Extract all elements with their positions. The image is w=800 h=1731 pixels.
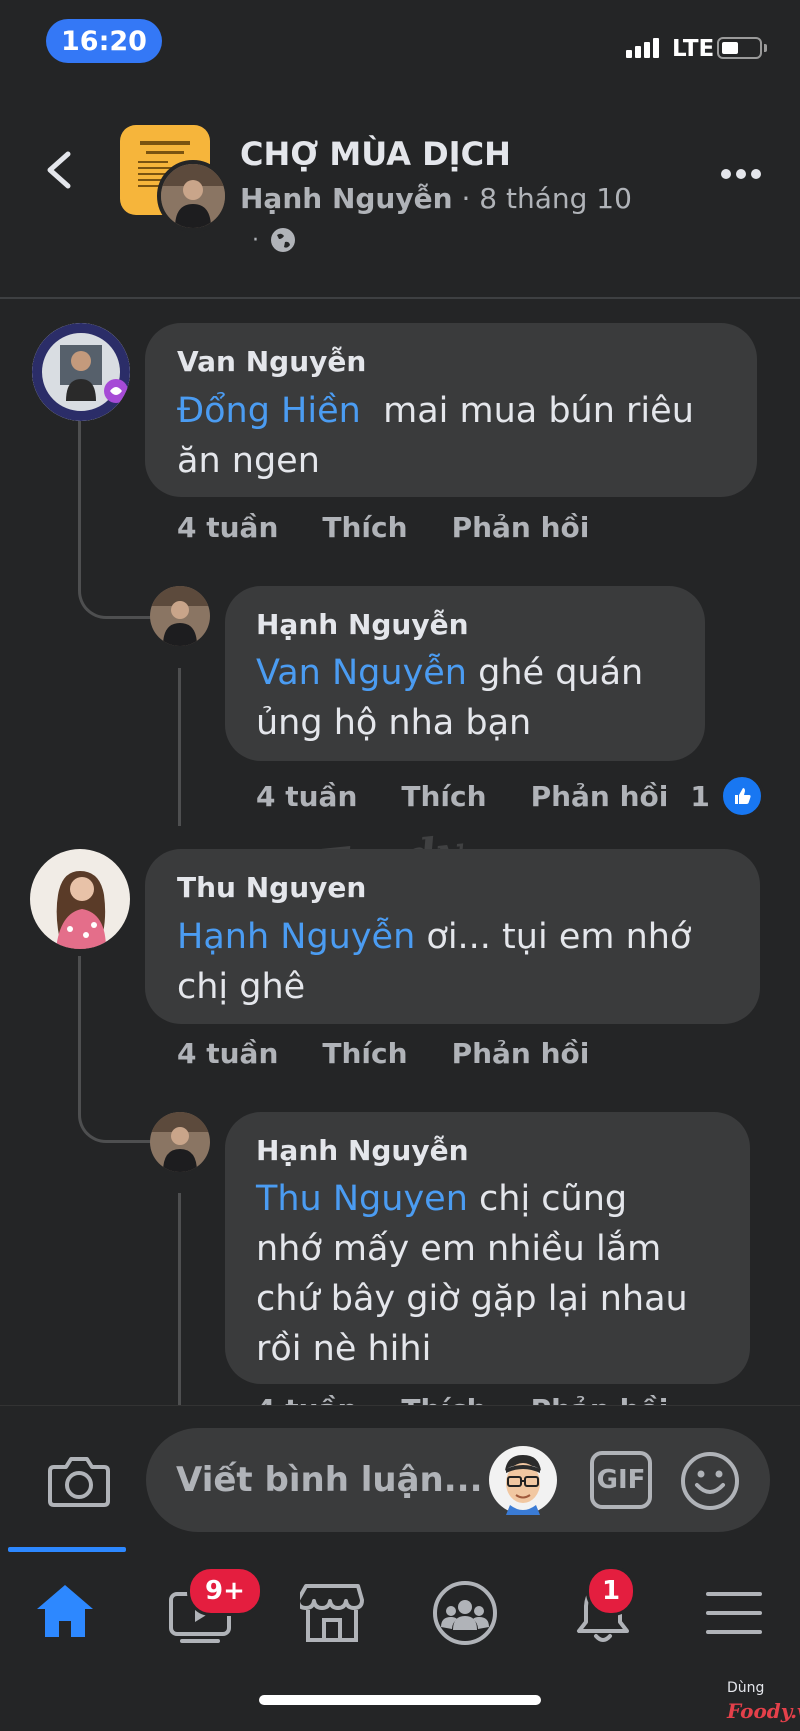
commenter-avatar[interactable]: [32, 323, 130, 421]
comment-time: 4 tuần: [177, 1037, 279, 1070]
thread-line: [178, 1193, 181, 1405]
globe-icon: [271, 228, 295, 252]
thread-connector: [78, 1050, 153, 1143]
camera-icon[interactable]: [48, 1453, 110, 1509]
comment-author[interactable]: Hạnh Nguyễn: [256, 608, 469, 641]
reply-link[interactable]: Phản hồi: [531, 1393, 669, 1405]
comment-actions: 4 tuần Thích Phản hồi: [177, 1037, 589, 1070]
comment-author[interactable]: Thu Nguyen: [177, 871, 366, 904]
thread-line: [178, 668, 181, 826]
more-options-icon[interactable]: [719, 167, 763, 181]
network-type: LTE: [672, 36, 715, 62]
comment-actions: 4 tuần Thích Phản hồi: [177, 511, 589, 544]
thread-line: [78, 420, 81, 530]
gif-label: GIF: [596, 1465, 646, 1495]
header-divider: [0, 297, 800, 299]
like-link[interactable]: Thích: [322, 511, 407, 544]
thread-connector: [78, 520, 153, 619]
groups-icon[interactable]: [432, 1580, 498, 1646]
comment-actions-partial: 4 tuần Thích Phản hồi: [256, 1393, 668, 1405]
back-chevron-icon[interactable]: [44, 150, 72, 190]
active-tab-indicator: [8, 1547, 126, 1552]
comment-text: Hạnh Nguyễn ơi... tụi em nhớ chị ghê: [177, 917, 692, 1007]
mention-link[interactable]: Thu Nguyen: [256, 1179, 468, 1219]
mention-link[interactable]: Đổng Hiền: [177, 391, 361, 431]
cellular-signal-icon: [626, 38, 659, 58]
watermark-caption: Dùng: [727, 1680, 765, 1696]
commenter-avatar[interactable]: [150, 1112, 210, 1172]
comment-author[interactable]: Van Nguyễn: [177, 345, 366, 378]
commenter-avatar[interactable]: [30, 849, 130, 949]
memoji-icon[interactable]: [488, 1445, 558, 1515]
post-author[interactable]: Hạnh Nguyễn: [240, 182, 453, 215]
comment-time: 4 tuần: [177, 511, 279, 544]
commenter-avatar[interactable]: [150, 586, 210, 646]
reaction-count: 1: [690, 779, 710, 813]
comment-text: Đổng Hiền mai mua bún riêu ăn ngen: [177, 391, 694, 481]
home-indicator[interactable]: [259, 1695, 541, 1705]
privacy-dot: ·: [252, 227, 259, 253]
notifications-badge: 1: [586, 1566, 636, 1616]
comment-text: Thu Nguyen chị cũng nhớ mấy em nhiều lắm…: [256, 1179, 688, 1369]
status-time: 16:20: [46, 19, 162, 63]
meta-separator: ·: [461, 182, 471, 215]
gif-icon[interactable]: GIF: [590, 1451, 652, 1509]
comment-time: 4 tuần: [256, 1393, 357, 1405]
post-date[interactable]: 8 tháng 10: [479, 182, 632, 215]
comment-author[interactable]: Hạnh Nguyễn: [256, 1134, 469, 1167]
comment-time: 4 tuần: [256, 779, 358, 813]
comment-actions: 4 tuần Thích Phản hồi 1: [256, 774, 764, 818]
like-link[interactable]: Thích: [401, 1393, 486, 1405]
like-link[interactable]: Thích: [322, 1037, 407, 1070]
like-icon: [719, 774, 764, 818]
marketplace-icon[interactable]: [300, 1582, 364, 1644]
privacy-row: ·: [252, 226, 297, 254]
like-link[interactable]: Thích: [401, 780, 486, 813]
smiley-icon[interactable]: [680, 1451, 740, 1511]
reply-link[interactable]: Phản hồi: [531, 780, 669, 813]
group-name[interactable]: CHỢ MÙA DỊCH: [240, 135, 511, 173]
comment-text: Van Nguyễn ghé quán ủng hộ nha bạn: [256, 653, 644, 743]
foody-logo: Foody.vn: [727, 1699, 800, 1723]
thread-line: [78, 956, 81, 1060]
comment-placeholder[interactable]: Viết bình luận...: [176, 1460, 483, 1500]
battery-tip: [764, 44, 767, 52]
menu-icon[interactable]: [706, 1590, 762, 1636]
reply-link[interactable]: Phản hồi: [452, 1037, 590, 1070]
reaction-summary[interactable]: 1: [690, 774, 764, 818]
post-meta: Hạnh Nguyễn · 8 tháng 10: [240, 182, 632, 215]
mention-link[interactable]: Hạnh Nguyễn: [177, 917, 415, 957]
home-icon[interactable]: [34, 1581, 96, 1641]
watch-badge: 9+: [187, 1566, 263, 1616]
battery-icon: [717, 37, 762, 59]
mention-link[interactable]: Van Nguyễn: [256, 653, 467, 693]
reply-link[interactable]: Phản hồi: [452, 511, 590, 544]
poster-avatar[interactable]: [157, 160, 229, 232]
